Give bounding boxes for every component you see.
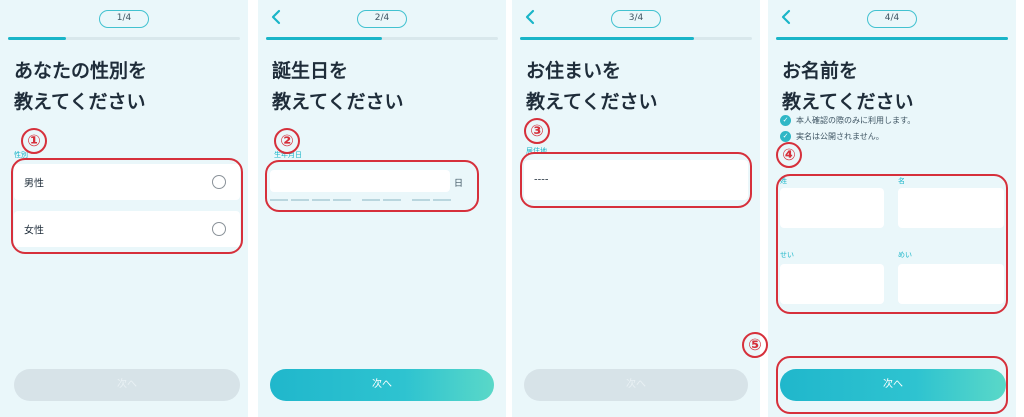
step-indicator: 1/4	[99, 10, 149, 28]
annotation-highlight	[11, 158, 243, 254]
gender-step-screen: 1/4 あなたの性別を 教えてください 性別 男性 女性 次へ ①	[0, 0, 248, 417]
progress-fill	[776, 37, 1008, 40]
title-line-2: 教えてください	[272, 91, 404, 113]
step-indicator: 2/4	[357, 10, 407, 28]
onboarding-flow: 1/4 あなたの性別を 教えてください 性別 男性 女性 次へ ① 2/4 誕生…	[0, 0, 1024, 417]
annotation-highlight	[265, 160, 479, 212]
next-button[interactable]: 次へ	[14, 369, 240, 401]
page-title: あなたの性別を 教えてください	[14, 56, 147, 118]
back-chevron-icon[interactable]	[268, 8, 286, 26]
page-title: お名前を 教えてください	[782, 56, 913, 118]
page-title: お住まいを 教えてください	[526, 56, 657, 118]
annotation-number: ③	[524, 118, 550, 144]
progress-track	[266, 37, 498, 40]
note-row: ✓ 本人確認の際のみに利用します。	[780, 112, 915, 128]
annotation-number: ⑤	[742, 332, 768, 358]
title-line-1: あなたの性別を	[14, 60, 148, 82]
progress-fill	[520, 37, 694, 40]
title-line-1: お住まいを	[526, 60, 622, 82]
residence-step-screen: 3/4 お住まいを 教えてください 居住地 ---- 次へ ③	[512, 0, 760, 417]
check-icon: ✓	[780, 114, 791, 126]
annotation-highlight	[776, 174, 1008, 314]
note-row: ✓ 実名は公開されません。	[780, 128, 915, 144]
title-line-1: 誕生日を	[272, 60, 349, 82]
progress-track	[520, 37, 752, 40]
check-icon: ✓	[780, 130, 791, 142]
back-chevron-icon[interactable]	[522, 8, 540, 26]
note-text: 実名は公開されません。	[796, 131, 884, 141]
privacy-notes: ✓ 本人確認の際のみに利用します。 ✓ 実名は公開されません。	[780, 112, 915, 144]
annotation-highlight	[520, 152, 752, 208]
note-text: 本人確認の際のみに利用します。	[796, 115, 916, 125]
step-indicator: 4/4	[867, 10, 917, 28]
annotation-highlight	[776, 356, 1008, 414]
next-button[interactable]: 次へ	[270, 369, 494, 401]
page-title: 誕生日を 教えてください	[272, 56, 403, 118]
next-button[interactable]: 次へ	[524, 369, 748, 401]
progress-track	[776, 37, 1008, 40]
progress-fill	[8, 37, 66, 40]
name-step-screen: 4/4 お名前を 教えてください ✓ 本人確認の際のみに利用します。 ✓ 実名は公開…	[768, 0, 1016, 417]
annotation-number: ②	[274, 128, 300, 154]
birthday-step-screen: 2/4 誕生日を 教えてください 生年月日 日 次へ ②	[258, 0, 506, 417]
title-line-2: 教えてください	[14, 91, 146, 113]
annotation-number: ④	[776, 142, 802, 168]
title-line-1: お名前を	[782, 60, 859, 82]
annotation-number: ①	[21, 128, 47, 154]
progress-track	[8, 37, 240, 40]
title-line-2: 教えてください	[526, 91, 658, 113]
back-chevron-icon[interactable]	[778, 8, 796, 26]
step-indicator: 3/4	[611, 10, 661, 28]
progress-fill	[266, 37, 382, 40]
